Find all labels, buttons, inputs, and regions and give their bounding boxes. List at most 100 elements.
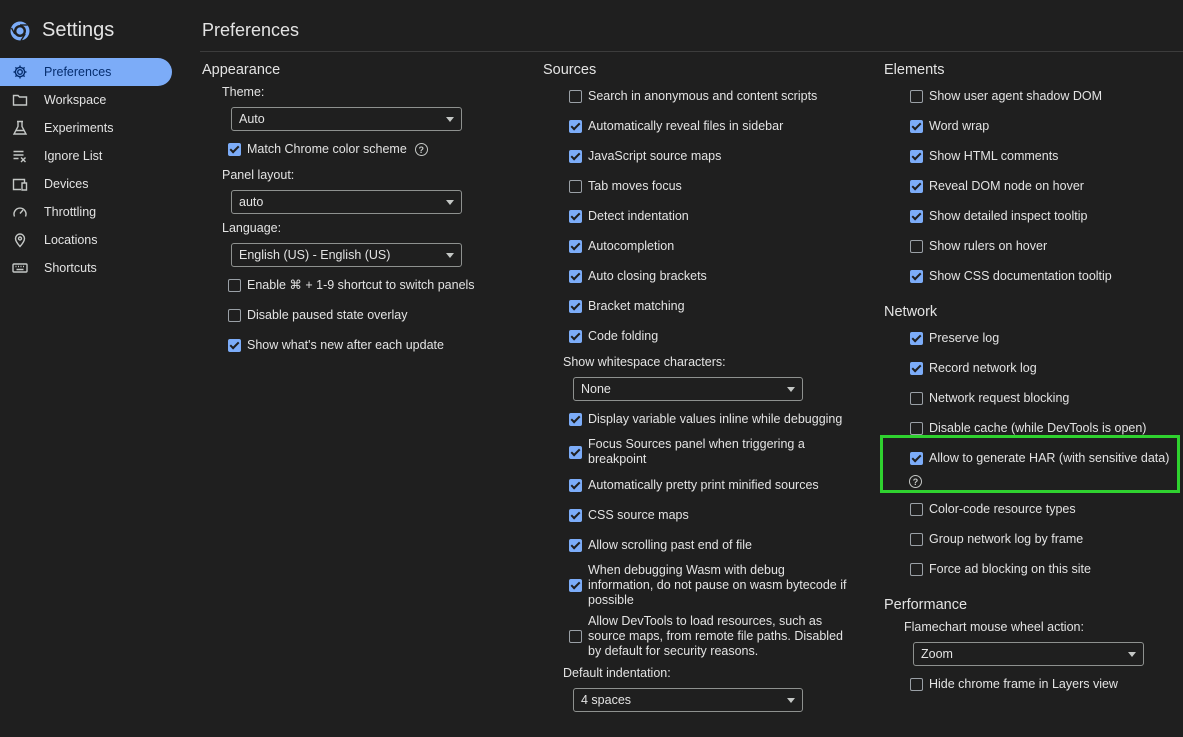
checkbox[interactable] bbox=[910, 120, 923, 133]
checkbox-label: Allow scrolling past end of file bbox=[588, 538, 752, 552]
sidebar-item-devices[interactable]: Devices bbox=[0, 170, 182, 198]
checkbox[interactable] bbox=[569, 300, 582, 313]
checkbox[interactable] bbox=[910, 422, 923, 435]
checkbox[interactable] bbox=[910, 533, 923, 546]
checkbox[interactable] bbox=[910, 90, 923, 103]
checkbox[interactable] bbox=[910, 678, 923, 691]
sidebar-item-locations[interactable]: Locations bbox=[0, 226, 182, 254]
shortcut-switch-panels-option[interactable]: Enable ⌘ + 1-9 shortcut to switch panels bbox=[228, 278, 475, 293]
checkbox-label: CSS source maps bbox=[588, 508, 689, 522]
sources-option[interactable]: When debugging Wasm with debug informati… bbox=[569, 563, 849, 608]
sources-option[interactable]: Tab moves focus bbox=[569, 179, 682, 194]
sources-option[interactable]: CSS source maps bbox=[569, 508, 689, 523]
network-option[interactable]: Network request blocking bbox=[910, 391, 1069, 406]
checkbox[interactable] bbox=[910, 270, 923, 283]
checkbox[interactable] bbox=[569, 330, 582, 343]
sources-option[interactable]: Allow DevTools to load resources, such a… bbox=[569, 614, 853, 659]
checkbox[interactable] bbox=[569, 150, 582, 163]
checkbox[interactable] bbox=[228, 309, 241, 322]
show-whats-new-option[interactable]: Show what's new after each update bbox=[228, 338, 444, 353]
checkbox-label: Record network log bbox=[929, 361, 1037, 375]
sources-option[interactable]: Autocompletion bbox=[569, 239, 674, 254]
elements-option[interactable]: Show CSS documentation tooltip bbox=[910, 269, 1112, 284]
sources-option[interactable]: JavaScript source maps bbox=[569, 149, 721, 164]
network-option[interactable]: Force ad blocking on this site bbox=[910, 562, 1091, 577]
sources-option[interactable]: Allow scrolling past end of file bbox=[569, 538, 752, 553]
checkbox[interactable] bbox=[228, 279, 241, 292]
theme-select[interactable]: Auto bbox=[231, 107, 462, 131]
flamechart-wheel-select[interactable]: Zoom bbox=[913, 642, 1144, 666]
sidebar-item-label: Experiments bbox=[44, 121, 114, 135]
elements-option[interactable]: Show HTML comments bbox=[910, 149, 1058, 164]
checkbox[interactable] bbox=[228, 339, 241, 352]
checkbox[interactable] bbox=[569, 445, 582, 459]
checkbox[interactable] bbox=[910, 240, 923, 253]
checkbox[interactable] bbox=[910, 180, 923, 193]
elements-option[interactable]: Reveal DOM node on hover bbox=[910, 179, 1084, 194]
sources-option[interactable]: Automatically pretty print minified sour… bbox=[569, 478, 819, 493]
sources-option[interactable]: Detect indentation bbox=[569, 209, 689, 224]
checkbox[interactable] bbox=[910, 150, 923, 163]
sidebar-item-ignore-list[interactable]: Ignore List bbox=[0, 142, 182, 170]
checkbox[interactable] bbox=[228, 143, 241, 156]
elements-option[interactable]: Word wrap bbox=[910, 119, 989, 134]
elements-option[interactable]: Show user agent shadow DOM bbox=[910, 89, 1102, 104]
elements-option[interactable]: Show detailed inspect tooltip bbox=[910, 209, 1087, 224]
checkbox[interactable] bbox=[569, 630, 582, 643]
performance-option[interactable]: Hide chrome frame in Layers view bbox=[910, 677, 1118, 692]
theme-label: Theme: bbox=[222, 85, 265, 99]
checkbox[interactable] bbox=[569, 120, 582, 133]
network-option[interactable]: Disable cache (while DevTools is open) bbox=[910, 421, 1146, 436]
sidebar-item-shortcuts[interactable]: Shortcuts bbox=[0, 254, 182, 282]
checkbox[interactable] bbox=[569, 413, 582, 426]
checkbox[interactable] bbox=[569, 509, 582, 522]
checkbox[interactable] bbox=[910, 503, 923, 516]
sources-option[interactable]: Search in anonymous and content scripts bbox=[569, 89, 817, 104]
checkbox[interactable] bbox=[569, 90, 582, 103]
checkbox[interactable] bbox=[569, 479, 582, 492]
checkbox[interactable] bbox=[569, 180, 582, 193]
checkbox[interactable] bbox=[569, 210, 582, 223]
page-title: Preferences bbox=[202, 20, 300, 40]
checkbox[interactable] bbox=[569, 539, 582, 552]
sources-option[interactable]: Bracket matching bbox=[569, 299, 685, 314]
network-option[interactable]: Preserve log bbox=[910, 331, 999, 346]
network-option[interactable]: Group network log by frame bbox=[910, 532, 1083, 547]
panel-layout-select[interactable]: auto bbox=[231, 190, 462, 214]
whitespace-select[interactable]: None bbox=[573, 377, 803, 401]
disable-paused-overlay-option[interactable]: Disable paused state overlay bbox=[228, 308, 408, 323]
sidebar-item-experiments[interactable]: Experiments bbox=[0, 114, 182, 142]
checkbox-label: Disable cache (while DevTools is open) bbox=[929, 421, 1147, 435]
checkbox-label: Search in anonymous and content scripts bbox=[588, 89, 818, 103]
checkbox[interactable] bbox=[910, 332, 923, 345]
checkbox[interactable] bbox=[910, 362, 923, 375]
gear-icon bbox=[12, 64, 28, 80]
sources-option[interactable]: Focus Sources panel when triggering a br… bbox=[569, 437, 839, 467]
sources-option[interactable]: Display variable values inline while deb… bbox=[569, 412, 842, 427]
checkbox[interactable] bbox=[910, 563, 923, 576]
network-option[interactable]: Color-code resource types bbox=[910, 502, 1076, 517]
checkbox[interactable] bbox=[569, 240, 582, 253]
language-select[interactable]: English (US) - English (US) bbox=[231, 243, 462, 267]
language-select-value: English (US) - English (US) bbox=[239, 248, 391, 262]
checkbox-label: Code folding bbox=[588, 329, 659, 343]
sidebar-item-workspace[interactable]: Workspace bbox=[0, 86, 182, 114]
checkbox[interactable] bbox=[569, 270, 582, 283]
match-color-scheme-option[interactable]: Match Chrome color scheme ? bbox=[228, 142, 428, 157]
sources-option[interactable]: Auto closing brackets bbox=[569, 269, 707, 284]
folder-icon bbox=[12, 92, 28, 108]
help-icon[interactable]: ? bbox=[414, 143, 428, 156]
sidebar-item-preferences[interactable]: Preferences bbox=[0, 58, 172, 86]
checkbox[interactable] bbox=[569, 579, 582, 592]
checkbox[interactable] bbox=[910, 392, 923, 405]
highlight-box bbox=[880, 435, 1180, 493]
checkbox[interactable] bbox=[910, 210, 923, 223]
checkbox-label: Show HTML comments bbox=[929, 149, 1059, 163]
sources-option[interactable]: Automatically reveal files in sidebar bbox=[569, 119, 783, 134]
sidebar-item-throttling[interactable]: Throttling bbox=[0, 198, 182, 226]
sources-option[interactable]: Code folding bbox=[569, 329, 658, 344]
chevron-down-icon bbox=[446, 117, 454, 122]
network-option[interactable]: Record network log bbox=[910, 361, 1037, 376]
indentation-select[interactable]: 4 spaces bbox=[573, 688, 803, 712]
elements-option[interactable]: Show rulers on hover bbox=[910, 239, 1047, 254]
